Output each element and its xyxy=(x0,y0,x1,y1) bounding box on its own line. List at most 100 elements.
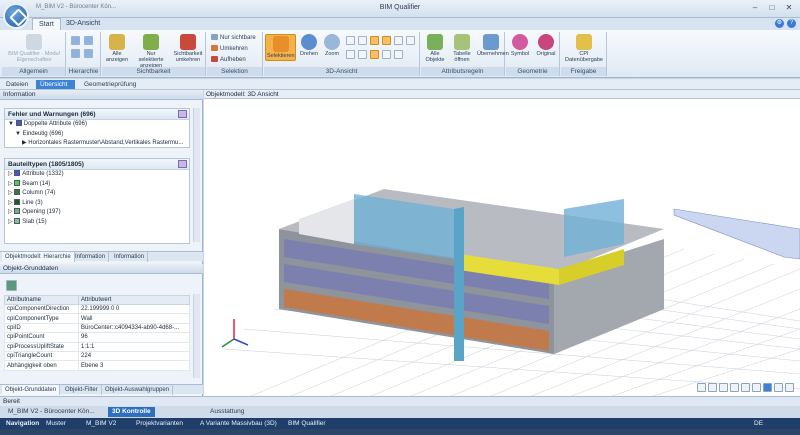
table-row[interactable]: Abhängigkeit oben Ebene 3 xyxy=(3,360,190,371)
edit-icon[interactable] xyxy=(178,160,187,168)
wireframe-icon[interactable] xyxy=(382,50,391,59)
table-row[interactable]: cpiProcessUpliftState 1:1:1 xyxy=(3,341,190,352)
doc-tab-3d-kontrolle[interactable]: 3D Kontrolle xyxy=(108,407,155,417)
tab-hierarchie[interactable]: Objektmodell: Hierarchie xyxy=(2,252,75,262)
crumb-uebersicht[interactable]: Übersicht xyxy=(36,80,76,89)
nav-back-icon[interactable] xyxy=(719,383,728,392)
view-front-icon[interactable] xyxy=(370,36,379,45)
clear-selection-button[interactable]: Aufheben xyxy=(211,56,246,64)
collapse-up-icon[interactable] xyxy=(71,49,80,58)
nav-crumb[interactable]: M_BIM V2 xyxy=(86,418,116,429)
type-row[interactable]: ▷ Column (74) xyxy=(5,189,189,199)
open-table-button[interactable]: Tabelle öffnen xyxy=(449,34,475,63)
doc-tab-project[interactable]: M_BIM V2 - Bürocenter Kön... xyxy=(4,407,99,417)
type-row[interactable]: ▷ Slab (15) xyxy=(5,217,189,228)
tab-auswahlgruppen[interactable]: Objekt-Auswahlgruppen xyxy=(102,385,174,395)
original-button[interactable]: Original xyxy=(534,34,558,57)
invert-selection-button[interactable]: Umkehren xyxy=(211,45,248,53)
only-visible-button[interactable]: Nur sichtbare xyxy=(211,34,256,42)
doc-tab-ausstattung[interactable]: Ausstattung xyxy=(206,407,248,417)
collapse-down-icon[interactable] xyxy=(84,49,93,58)
tab-information-2[interactable]: Information xyxy=(111,252,149,262)
rotate-tool-button[interactable]: Drehen xyxy=(298,34,320,57)
close-icon[interactable]: ✕ xyxy=(782,2,796,14)
panel-scrollbar[interactable] xyxy=(193,108,200,242)
view-iso-icon[interactable] xyxy=(406,36,415,45)
nav-top-icon[interactable] xyxy=(752,383,761,392)
zoom-in-icon[interactable] xyxy=(346,36,355,45)
zoom-fit-icon[interactable] xyxy=(346,50,355,59)
type-row[interactable]: ▷ Beam (14) xyxy=(5,179,189,190)
nav-iso-icon[interactable] xyxy=(763,383,772,392)
view-top-icon[interactable] xyxy=(394,36,403,45)
nav-crumb[interactable]: Muster xyxy=(46,418,66,429)
crumb-geometriepruefung[interactable]: Geometrieprüfung xyxy=(80,80,144,89)
props-refresh-icon[interactable] xyxy=(6,280,17,291)
nav-fullscreen-icon[interactable] xyxy=(785,383,794,392)
nav-crumb[interactable]: Projektvarianten xyxy=(136,418,183,429)
table-row[interactable]: cpiID BüroCenter::c4094334-ab90-4d68-... xyxy=(3,322,190,334)
app-logo-icon[interactable] xyxy=(3,3,29,29)
select-tool-button[interactable]: Selektieren xyxy=(265,34,296,61)
table-row[interactable]: cpiComponentType Wall xyxy=(3,313,190,324)
nav-crumb[interactable]: A Variante Massivbau (3D) xyxy=(200,418,277,429)
nav-front-icon[interactable] xyxy=(708,383,717,392)
apply-rules-button[interactable]: Übernehmen xyxy=(477,34,509,57)
types-section-title[interactable]: Bauteiltypen (1805/1805) xyxy=(5,159,189,170)
nav-perspective-icon[interactable] xyxy=(774,383,783,392)
table-row[interactable]: cpiPointCount 96 xyxy=(3,332,190,343)
terrain-element[interactable] xyxy=(673,208,800,260)
view-side-icon[interactable] xyxy=(382,36,391,45)
maximize-icon[interactable]: □ xyxy=(765,2,779,14)
tree-row[interactable]: ▼ Doppelte Attribute (696) xyxy=(5,120,189,130)
building[interactable] xyxy=(279,189,664,361)
crumb-dateien[interactable]: Dateien xyxy=(2,80,36,89)
reset-view-icon[interactable] xyxy=(394,50,403,59)
tab-information-1[interactable]: Information xyxy=(72,252,110,262)
attr-value: Ebene 3 xyxy=(78,360,190,371)
expand-up-icon[interactable] xyxy=(71,36,80,45)
nav-home-icon[interactable] xyxy=(697,383,706,392)
errors-section-title[interactable]: Fehler und Warnungen (696) xyxy=(5,109,189,120)
show-selected-button[interactable]: Nur selektierte anzeigen xyxy=(134,34,168,69)
expand-down-icon[interactable] xyxy=(84,36,93,45)
table-scrollbar[interactable] xyxy=(193,294,200,378)
tab-filter[interactable]: Objekt-Filter xyxy=(62,385,102,395)
all-objects-button[interactable]: Alle Objekte xyxy=(423,34,447,63)
edit-icon[interactable] xyxy=(178,110,187,118)
os-taskbar xyxy=(0,429,800,435)
type-row[interactable]: ▷ Line (3) xyxy=(5,198,189,209)
minimize-icon[interactable]: – xyxy=(748,2,762,14)
model-viewport[interactable]: Objektmodell: 3D Ansicht xyxy=(204,90,800,396)
show-all-button[interactable]: Alle anzeigen xyxy=(104,34,130,63)
shade-icon[interactable] xyxy=(370,50,379,59)
zoom-out-icon[interactable] xyxy=(358,36,367,45)
table-row[interactable]: cpiTriangleCount 224 xyxy=(3,350,190,362)
module-properties-button[interactable]: BIM Qualifier - Modul Eigenschaften xyxy=(6,34,62,63)
attr-name: cpiPointCount xyxy=(3,332,80,343)
attr-value: BüroCenter::c4094334-ab90-4d68-... xyxy=(78,322,190,334)
tab-grunddaten[interactable]: Objekt-Grunddaten xyxy=(2,385,61,395)
nav-crumb[interactable]: BIM Qualifier xyxy=(288,418,326,429)
type-row[interactable]: ▷ Attribute (1332) xyxy=(5,170,189,180)
wand-icon xyxy=(427,34,443,50)
zoom-window-icon[interactable] xyxy=(358,50,367,59)
building-3d-model[interactable] xyxy=(204,99,800,396)
table-row[interactable]: cpiComponentDirection 22.199999 0 0 xyxy=(3,303,190,315)
settings-icon[interactable]: ⚙ xyxy=(775,19,784,28)
type-row[interactable]: ▷ Opening (197) xyxy=(5,208,189,218)
tree-row[interactable]: ▼ Eindeutig (696) xyxy=(5,130,189,140)
tab-3d-ansicht[interactable]: 3D-Ansicht xyxy=(60,18,106,30)
invert-visibility-button[interactable]: Sichtbarkeit umkehren xyxy=(172,34,204,63)
help-icon[interactable]: ? xyxy=(787,19,796,28)
group-sichtbarkeit: Alle anzeigen Nur selektierte anzeigen S… xyxy=(102,32,206,76)
tab-start[interactable]: Start xyxy=(32,18,61,30)
nav-left-icon[interactable] xyxy=(730,383,739,392)
clear-icon xyxy=(211,56,218,62)
language-indicator[interactable]: DE xyxy=(754,418,763,429)
tree-row[interactable]: ▶ Horizontales Rastermuster\Abstand,Vert… xyxy=(5,139,189,149)
cpi-transfer-button[interactable]: CPI Datenübergabe xyxy=(563,34,605,63)
nav-right-icon[interactable] xyxy=(741,383,750,392)
symbol-button[interactable]: Symbol xyxy=(508,34,532,57)
zoom-tool-button[interactable]: Zoom xyxy=(322,34,342,57)
